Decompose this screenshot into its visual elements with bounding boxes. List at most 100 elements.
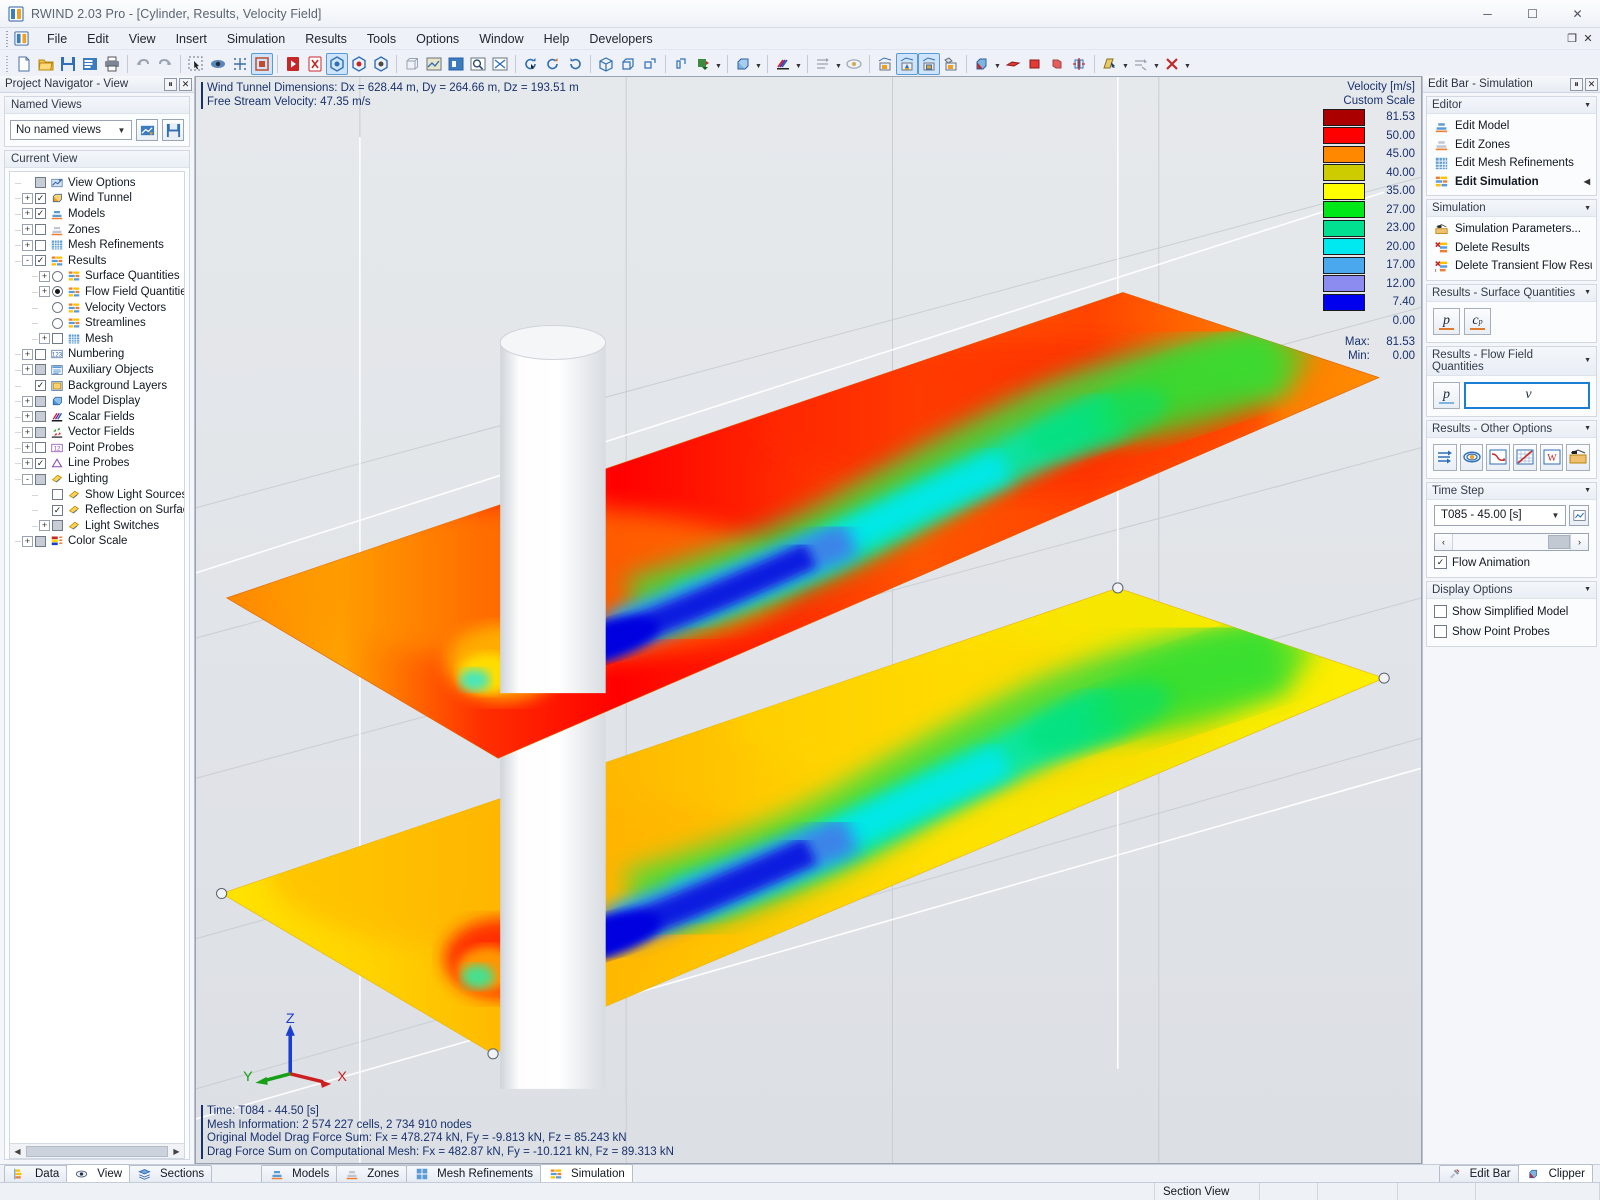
zoom-all-button[interactable] [489,53,511,75]
tab-sections[interactable]: Sections [129,1165,213,1182]
result-settings-button[interactable] [1566,443,1591,471]
menu-item-file[interactable]: File [37,30,77,48]
tree-checkbox[interactable] [35,535,46,547]
expand-icon[interactable]: + [22,411,33,423]
clip-plane-xz-button[interactable] [1024,53,1046,75]
menu-grip[interactable] [4,30,10,47]
menu-item-window[interactable]: Window [469,30,533,48]
save-named-view-button[interactable] [162,119,184,141]
expand-icon[interactable]: + [22,364,33,376]
scroll-right-arrow[interactable]: ▶ [169,1144,184,1158]
cp-button[interactable]: cp [1464,307,1491,335]
delete-transient-flow-result-item[interactable]: t Delete Transient Flow Result... [1431,257,1592,276]
tab-clipper[interactable]: Clipper [1517,1164,1593,1182]
tree-item-surface-quantities[interactable]: ··· + Surface Quantities [13,269,184,285]
tree-checkbox[interactable]: ✓ [52,504,63,516]
expand-icon[interactable]: + [22,348,33,360]
menu-item-insert[interactable]: Insert [166,30,217,48]
select-objects-button[interactable] [185,53,207,75]
edit-mesh-refinements-item[interactable]: Edit Mesh Refinements [1431,154,1592,173]
tree-radio[interactable] [52,302,63,314]
solid-model-dropdown[interactable]: ▼ [754,53,763,75]
start-simulation-button[interactable] [282,53,304,75]
menu-item-simulation[interactable]: Simulation [217,30,295,48]
tree-item-streamlines[interactable]: ··· Streamlines [13,315,184,331]
expand-icon[interactable]: + [22,192,33,204]
streamlines-button[interactable] [1459,443,1484,471]
expand-icon[interactable]: + [22,395,33,407]
streamline-button[interactable] [843,53,865,75]
tab-data[interactable]: Data [4,1165,68,1182]
tree-item-wind-tunnel[interactable]: ··· + ✓ Wind Tunnel [13,191,184,207]
named-views-select[interactable]: No named views ▼ [10,120,132,140]
tree-item-lighting[interactable]: ··· - Lighting [13,471,184,487]
flow-animation-row[interactable]: ✓ Flow Animation [1431,553,1592,573]
tree-checkbox[interactable] [35,348,46,360]
move-object-button[interactable] [692,53,714,75]
tab-edit-bar[interactable]: Edit Bar [1438,1165,1519,1182]
time-step-track[interactable] [1453,534,1570,550]
measure-dropdown[interactable]: ▼ [1152,53,1161,75]
toolbar-grip-1[interactable] [4,55,11,73]
expand-icon[interactable]: + [22,208,33,220]
tree-item-zones[interactable]: ··· + Zones [13,222,184,238]
tree-item-point-probes[interactable]: ··· +12 Point Probes [13,440,184,456]
expand-icon[interactable]: + [22,224,33,236]
expand-icon[interactable]: + [39,286,50,298]
expand-icon[interactable]: + [22,535,33,547]
tab-simulation[interactable]: Simulation [540,1164,633,1182]
flow-pressure-button[interactable]: p [1433,381,1460,409]
expand-icon[interactable]: + [22,426,33,438]
tree-item-results[interactable]: ··· - ✓ Results [13,253,184,269]
expand-icon[interactable]: + [39,333,50,345]
measure-button[interactable] [1130,53,1152,75]
tree-checkbox[interactable]: ✓ [35,192,46,204]
pressure-button[interactable]: p [1433,307,1460,335]
solid-model-button[interactable] [732,53,754,75]
tree-item-vector-fields[interactable]: ··· + Vector Fields [13,425,184,441]
tree-radio[interactable] [52,270,63,282]
expand-icon[interactable]: + [22,239,33,251]
view-front-button[interactable] [445,53,467,75]
chevron-down-icon[interactable]: ▼ [1584,357,1591,364]
tree-checkbox[interactable] [35,426,46,438]
document-restore-button[interactable]: ❐ [1564,30,1580,48]
tree-item-light-switches[interactable]: ··· + Light Switches [13,518,184,534]
tree-item-line-probes[interactable]: ··· + ✓ Line Probes [13,456,184,472]
time-step-next-button[interactable]: › [1570,533,1588,550]
tab-zones[interactable]: Zones [336,1165,408,1182]
snap-grid-button[interactable] [229,53,251,75]
tree-checkbox[interactable]: ✓ [35,380,46,392]
tree-checkbox[interactable] [35,239,46,251]
object-snap-button[interactable] [670,53,692,75]
color-scale-legend[interactable]: Velocity [m/s] Custom Scale 81.53 50.00 45… [1323,81,1415,363]
edit-model-item[interactable]: Edit Model [1431,117,1592,136]
tree-item-models[interactable]: ··· + ✓ Models [13,206,184,222]
edit-bar-close-icon[interactable]: ✕ [1585,77,1598,91]
select-region-button[interactable] [207,53,229,75]
view-shaded-button[interactable] [423,53,445,75]
tree-checkbox[interactable]: ✓ [35,255,46,267]
menu-item-results[interactable]: Results [295,30,357,48]
chevron-down-icon[interactable]: ▼ [1584,289,1591,296]
render-mode-button[interactable] [251,53,273,75]
show-results-button[interactable] [326,53,348,75]
rotate-view-button[interactable] [520,53,542,75]
chevron-down-icon[interactable]: ▼ [1584,487,1591,494]
flow-arrows-dropdown[interactable]: ▼ [834,53,843,75]
tree-radio[interactable] [52,317,63,329]
flow-velocity-button[interactable]: v [1464,381,1590,409]
tree-checkbox[interactable] [35,395,46,407]
new-file-button[interactable] [13,53,35,75]
collapse-icon[interactable]: - [22,473,33,485]
annotation-button[interactable] [1099,53,1121,75]
section-plane-button[interactable] [874,53,896,75]
tree-checkbox[interactable]: ✓ [35,457,46,469]
show-point-probes-checkbox[interactable] [1434,625,1447,638]
chevron-down-icon[interactable]: ▼ [1584,205,1591,212]
view-tree[interactable]: ··· View Options ··· + ✓ Wind Tunnel ··· + ✓ Mode… [9,171,185,1159]
minimize-button[interactable]: ─ [1465,0,1510,28]
tree-item-view-options[interactable]: ··· View Options [13,175,184,191]
tree-checkbox[interactable] [52,489,63,501]
expand-icon[interactable]: + [22,442,33,454]
